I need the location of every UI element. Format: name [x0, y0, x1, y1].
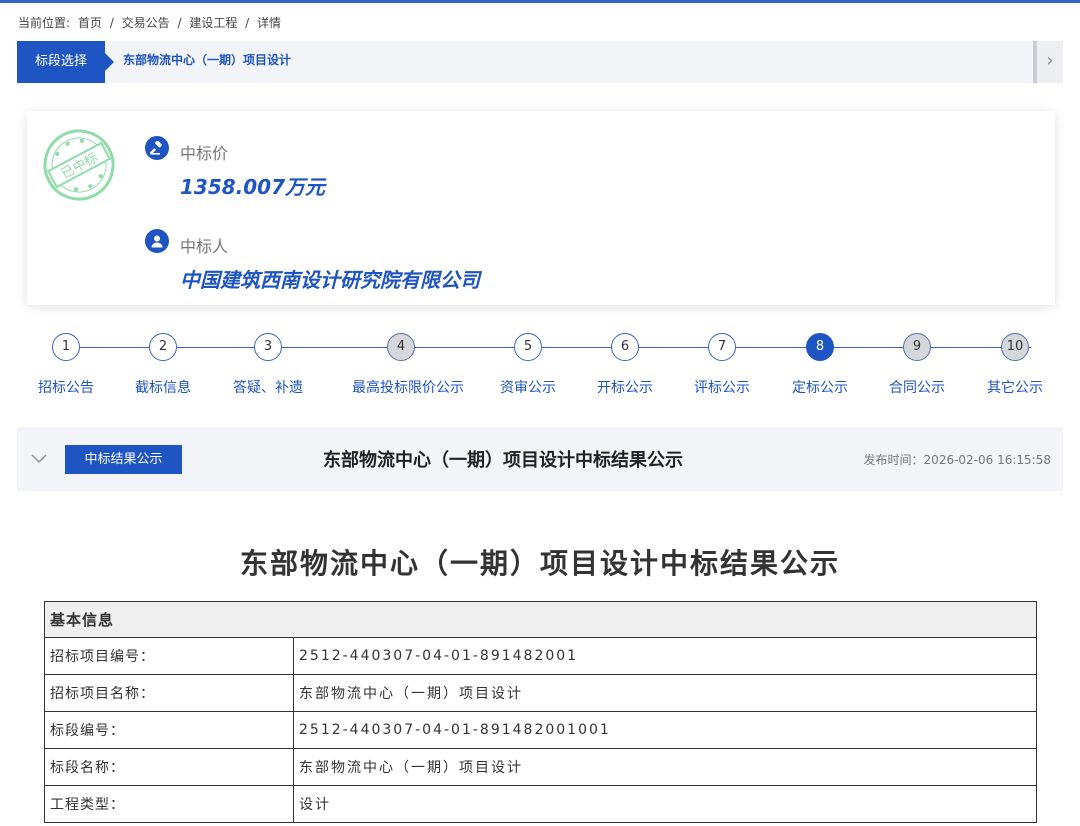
table-value: 设计 [293, 785, 1037, 823]
step-6[interactable]: 6 开标公示 [576, 330, 674, 397]
step-7[interactable]: 7 评标公示 [673, 330, 771, 397]
scroll-right-button[interactable]: › [1033, 41, 1063, 83]
table-value: 东部物流中心（一期）项目设计 [293, 674, 1037, 712]
step-number: 6 [611, 333, 639, 361]
table-value: 2512-440307-04-01-891482001001 [293, 711, 1037, 749]
award-winner-label: 中标人 [180, 237, 229, 256]
table-value: 东部物流中心（一期）项目设计 [293, 748, 1037, 786]
step-8[interactable]: 8 定标公示 [771, 330, 869, 397]
step-label: 其它公示 [987, 380, 1043, 396]
step-label: 开标公示 [597, 380, 653, 396]
table-header: 基本信息 [44, 601, 1037, 638]
breadcrumb-prefix: 当前位置: [18, 16, 71, 30]
step-label: 答疑、补遗 [233, 380, 303, 396]
table-row: 招标项目编号： 2512-440307-04-01-891482001 [44, 637, 1037, 675]
award-price-label: 中标价 [180, 144, 229, 163]
chevron-down-icon[interactable] [29, 448, 49, 468]
table-row: 标段名称： 东部物流中心（一期）项目设计 [44, 748, 1037, 786]
step-number: 9 [903, 333, 931, 361]
top-accent-bar [0, 0, 1080, 3]
step-number: 3 [254, 333, 282, 361]
step-label: 定标公示 [792, 380, 848, 396]
breadcrumb-separator: / [245, 16, 250, 30]
hammer-icon [145, 136, 169, 160]
step-2[interactable]: 2 截标信息 [114, 330, 212, 397]
step-4[interactable]: 4 最高投标限价公示 [352, 330, 464, 397]
table-key: 标段名称： [44, 748, 294, 786]
step-number: 8 [806, 333, 834, 361]
breadcrumb-home-link[interactable]: 首页 [78, 16, 102, 30]
user-icon [145, 229, 169, 253]
breadcrumb-construction-link[interactable]: 建设工程 [189, 16, 237, 30]
step-number: 10 [1001, 333, 1029, 361]
breadcrumb-separator: / [177, 16, 182, 30]
section-selector: 标段选择 东部物流中心（一期）项目设计 › [17, 41, 1063, 83]
table-value: 2512-440307-04-01-891482001 [293, 637, 1037, 675]
step-10[interactable]: 10 其它公示 [966, 330, 1064, 397]
step-label: 招标公告 [38, 380, 94, 396]
step-number: 1 [52, 333, 80, 361]
chevron-right-icon: › [1046, 50, 1054, 71]
step-5[interactable]: 5 资审公示 [479, 330, 577, 397]
award-winner-value: 中国建筑西南设计研究院有限公司 [180, 268, 480, 292]
breadcrumb-current: 详情 [257, 16, 282, 30]
table-key: 标段编号： [44, 711, 294, 749]
award-summary-card: 已中标 中标价 1358.007万元 中标人 中国建筑西南设计研究院有限公司 [27, 111, 1055, 305]
table-row: 工程类型： 设计 [44, 785, 1037, 823]
table-key: 招标项目编号： [44, 637, 294, 675]
awarded-stamp-icon: 已中标 [43, 129, 115, 201]
step-9[interactable]: 9 合同公示 [868, 330, 966, 397]
step-label: 资审公示 [500, 380, 556, 396]
step-number: 7 [708, 333, 736, 361]
table-row: 招标项目名称： 东部物流中心（一期）项目设计 [44, 674, 1037, 712]
result-title: 东部物流中心（一期）项目设计中标结果公示 [323, 450, 683, 471]
step-label: 合同公示 [889, 380, 945, 396]
step-number: 5 [514, 333, 542, 361]
result-type-badge: 中标结果公示 [65, 445, 182, 474]
breadcrumb: 当前位置: 首页 / 交易公告 / 建设工程 / 详情 [18, 14, 285, 31]
breadcrumb-trade-link[interactable]: 交易公告 [122, 16, 170, 30]
result-header-bar: 中标结果公示 东部物流中心（一期）项目设计中标结果公示 发布时间：2026-02… [17, 427, 1063, 491]
step-number: 2 [149, 333, 177, 361]
basic-info-table: 基本信息 招标项目编号： 2512-440307-04-01-891482001… [44, 601, 1037, 823]
step-label: 最高投标限价公示 [352, 380, 464, 396]
table-key: 招标项目名称： [44, 674, 294, 712]
section-selector-label: 标段选择 [17, 41, 114, 83]
award-price-value: 1358.007万元 [180, 175, 326, 199]
section-option-current[interactable]: 东部物流中心（一期）项目设计 [123, 41, 291, 79]
table-key: 工程类型： [44, 785, 294, 823]
step-3[interactable]: 3 答疑、补遗 [219, 330, 317, 397]
step-label: 截标信息 [135, 380, 191, 396]
document-title: 东部物流中心（一期）项目设计中标结果公示 [239, 547, 840, 580]
step-1[interactable]: 1 招标公告 [17, 330, 115, 397]
breadcrumb-separator: / [109, 16, 114, 30]
step-number: 4 [387, 333, 415, 361]
table-row: 标段编号： 2512-440307-04-01-891482001001 [44, 711, 1037, 749]
publish-time: 发布时间：2026-02-06 16:15:58 [863, 453, 1051, 467]
process-steps: 1 招标公告 2 截标信息 3 答疑、补遗 4 最高投标限价公示 5 资审公示 6 开标公示 7 评标公示… [17, 330, 1063, 410]
step-label: 评标公示 [694, 380, 750, 396]
